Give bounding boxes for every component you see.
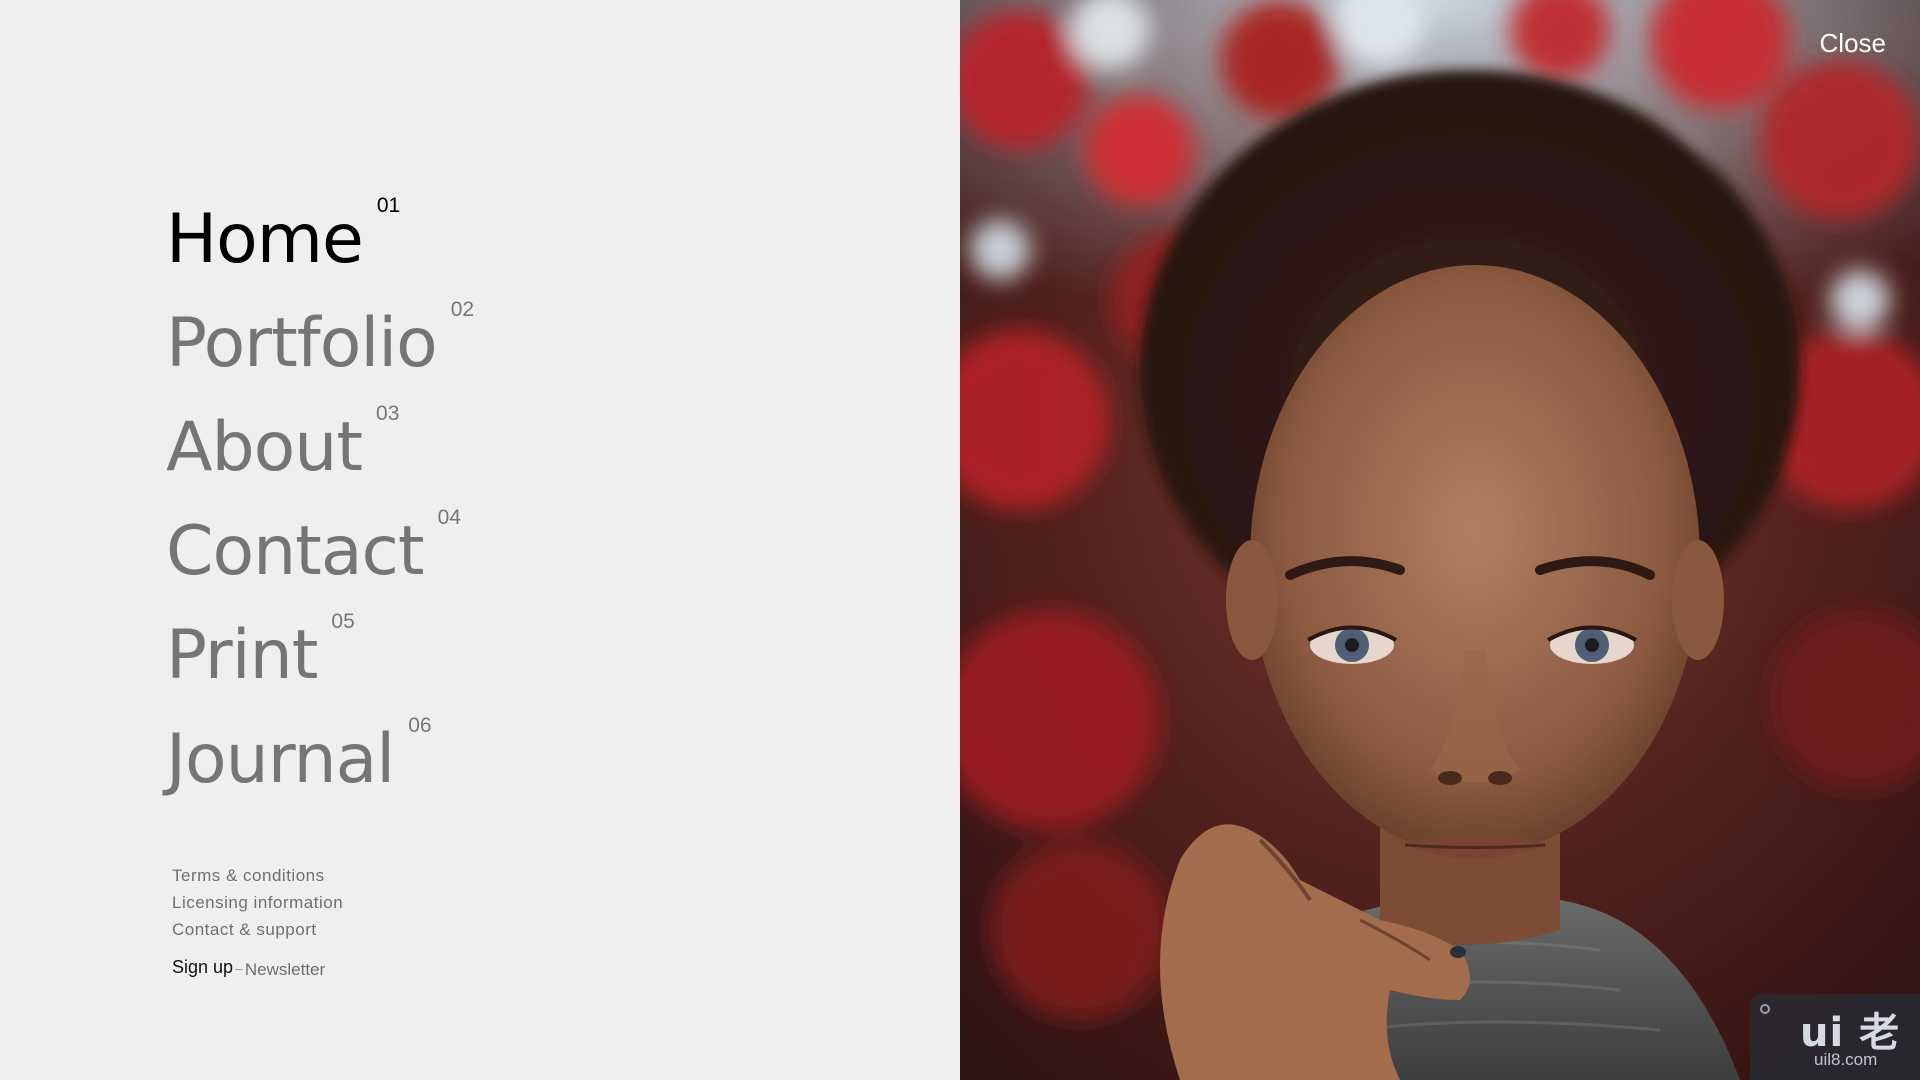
nav-item-number: 05 — [331, 610, 355, 633]
nav-item-contact[interactable]: Contact 04 — [166, 506, 474, 612]
portrait-image — [960, 0, 1920, 1080]
nav-item-about[interactable]: About 03 — [166, 402, 474, 508]
nav-item-portfolio[interactable]: Portfolio 02 — [166, 298, 475, 404]
watermark-dot-icon — [1760, 1004, 1770, 1014]
watermark-url: uil8.com — [1814, 1050, 1878, 1069]
nav-item-home[interactable]: Home 01 — [166, 194, 474, 300]
menu-panel: Home 01 Portfolio 02 About 03 Contact 04 Pri… — [0, 0, 960, 1080]
contact-support-link[interactable]: Contact & support — [172, 916, 343, 943]
nav-item-label: About — [166, 408, 363, 487]
separator-dash: – — [235, 960, 243, 976]
nav-item-number: 03 — [376, 402, 400, 425]
nav-item-print[interactable]: Print 05 — [166, 610, 474, 716]
main-nav: Home 01 Portfolio 02 About 03 Contact 04 Pri… — [166, 194, 475, 820]
nav-item-label: Portfolio — [166, 304, 438, 383]
close-button[interactable]: Close — [1820, 28, 1886, 59]
watermark-badge: ui 老 uil8.com — [1750, 994, 1920, 1080]
nav-item-number: 01 — [376, 194, 401, 217]
nav-item-label: Journal — [166, 720, 395, 799]
newsletter-signup: Sign up – Newsletter — [172, 957, 326, 979]
nav-item-label: Home — [166, 200, 364, 279]
nav-item-journal[interactable]: Journal 06 — [166, 714, 474, 820]
nav-item-number: 04 — [437, 506, 461, 529]
nav-item-label: Contact — [166, 512, 425, 591]
portrait-photo: Close ui 老 uil8.com — [960, 0, 1920, 1080]
nav-item-number: 06 — [408, 714, 432, 737]
licensing-link[interactable]: Licensing information — [172, 889, 343, 916]
nav-item-number: 02 — [450, 298, 475, 321]
terms-link[interactable]: Terms & conditions — [172, 862, 343, 889]
nav-item-label: Print — [166, 616, 318, 695]
footer-links: Terms & conditions Licensing information… — [172, 862, 343, 943]
signup-link[interactable]: Sign up — [172, 957, 233, 977]
menu-page: Home 01 Portfolio 02 About 03 Contact 04 Pri… — [0, 0, 1920, 1080]
newsletter-label: Newsletter — [244, 960, 326, 979]
